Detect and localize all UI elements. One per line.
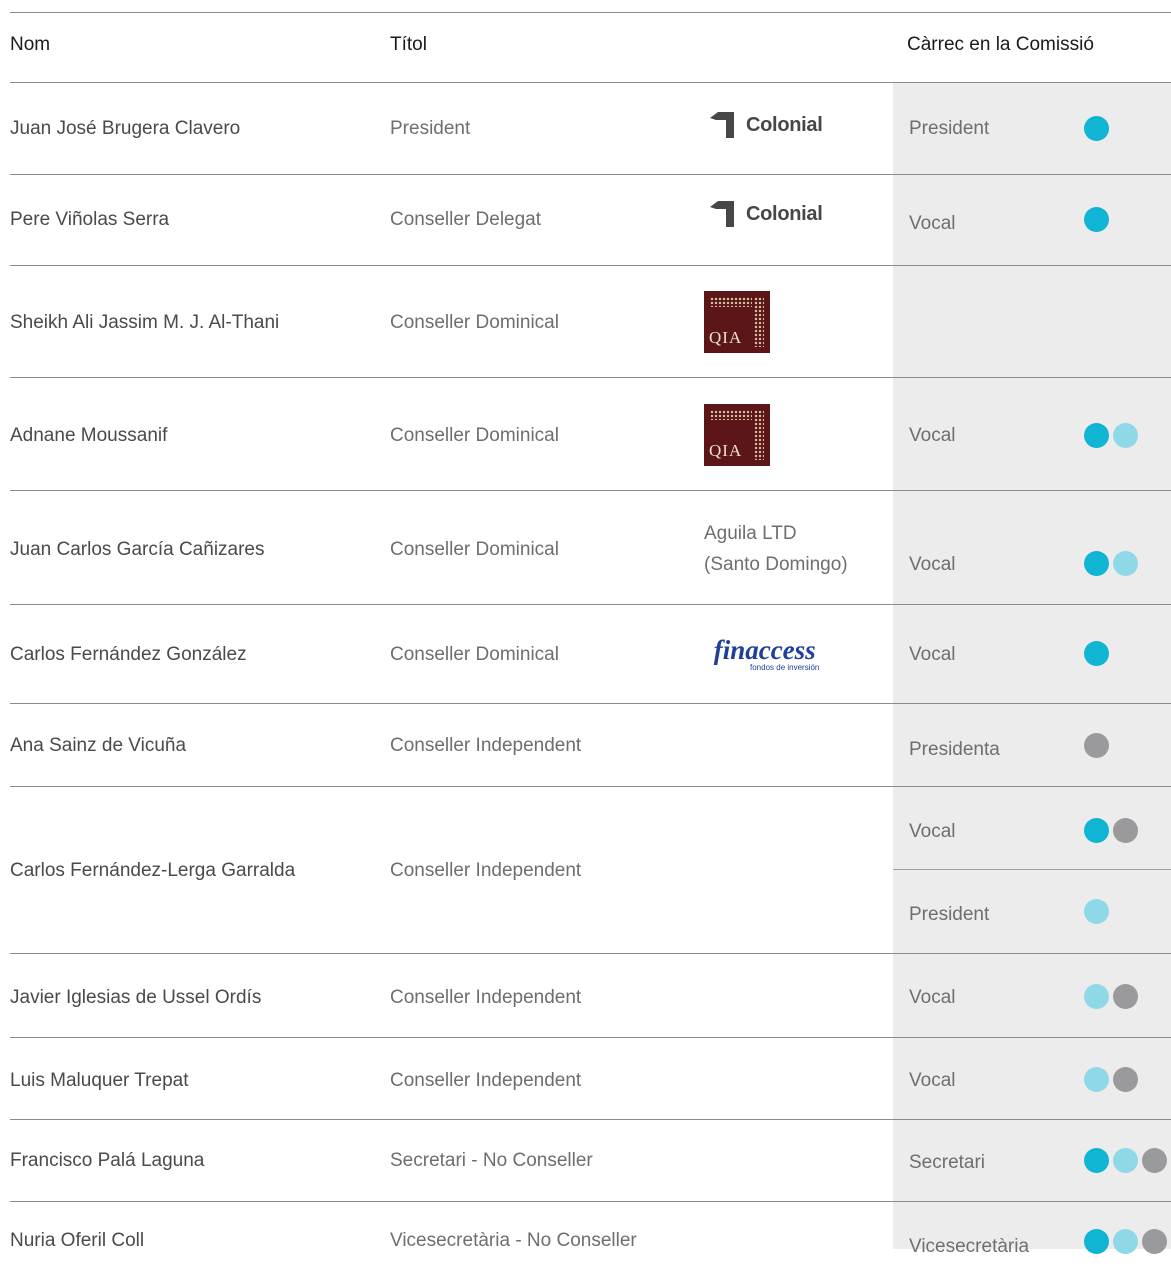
member-name: Nuria Oferil Coll [10, 1230, 145, 1251]
committee-dot-teal [1084, 1148, 1109, 1173]
role-label: Vocal [909, 821, 956, 842]
org-line-1: Aguila LTD [704, 523, 797, 544]
member-title: Vicesecretària - No Conseller [390, 1230, 637, 1251]
role-label: Presidenta [909, 739, 1000, 760]
qia-logo: QIA [704, 291, 770, 353]
role-label: Vocal [909, 987, 956, 1008]
committee-dot-grey [1113, 984, 1138, 1009]
member-name: Sheikh Ali Jassim M. J. Al-Thani [10, 312, 280, 333]
member-title: Secretari - No Conseller [390, 1150, 593, 1171]
role-label: Vocal [909, 644, 956, 665]
divider [10, 490, 1171, 491]
colonial-mark-icon [710, 112, 734, 138]
committee-dot-grey [1142, 1229, 1167, 1254]
member-name: Javier Iglesias de Ussel Ordís [10, 987, 262, 1008]
divider [10, 703, 1171, 704]
committee-dot-light-blue [1113, 551, 1138, 576]
committee-dot-light-blue [1113, 1148, 1138, 1173]
committee-dot-light-blue [1113, 423, 1138, 448]
member-title: Conseller Independent [390, 1070, 582, 1091]
committee-dot-light-blue [1084, 1067, 1109, 1092]
finaccess-logo: finaccess fondos de inversión [710, 635, 820, 673]
committee-dot-grey [1113, 1067, 1138, 1092]
committee-dot-teal [1084, 423, 1109, 448]
divider [893, 869, 1171, 870]
member-name: Francisco Palá Laguna [10, 1150, 205, 1171]
committee-dot-grey [1084, 733, 1109, 758]
qia-wordmark: QIA [709, 441, 743, 460]
role-label: President [909, 904, 990, 925]
divider [10, 265, 1171, 266]
role-label: Vocal [909, 554, 956, 575]
divider [10, 953, 1171, 954]
member-title: Conseller Delegat [390, 209, 542, 230]
member-name: Juan José Brugera Clavero [10, 118, 241, 139]
divider [10, 1119, 1171, 1120]
colonial-mark-icon [710, 201, 734, 227]
divider [10, 12, 1171, 13]
member-name: Adnane Moussanif [10, 425, 168, 446]
member-name: Pere Viñolas Serra [10, 209, 170, 230]
member-name: Carlos Fernández-Lerga Garralda [10, 860, 296, 881]
member-title: Conseller Dominical [390, 312, 559, 333]
committee-dot-light-blue [1113, 1229, 1138, 1254]
committee-dot-teal [1084, 207, 1109, 232]
committee-dot-teal [1084, 818, 1109, 843]
org-line-2: (Santo Domingo) [704, 554, 848, 575]
role-label: Secretari [909, 1152, 986, 1173]
header-title: Títol [390, 34, 427, 55]
committee-dot-teal [1084, 1229, 1109, 1254]
colonial-logo: Colonial [710, 201, 823, 227]
divider [10, 604, 1171, 605]
role-label: Vocal [909, 1070, 956, 1091]
role-label: Vicesecretària [909, 1236, 1030, 1257]
role-label: Vocal [909, 213, 956, 234]
member-title: Conseller Independent [390, 860, 582, 881]
finaccess-wordmark: finaccess [713, 635, 816, 665]
member-title: Conseller Independent [390, 735, 582, 756]
member-title: Conseller Independent [390, 987, 582, 1008]
member-name: Carlos Fernández González [10, 644, 247, 665]
colonial-wordmark: Colonial [746, 113, 823, 136]
divider [10, 786, 1171, 787]
member-title: Conseller Dominical [390, 644, 559, 665]
header-name: Nom [10, 34, 51, 55]
colonial-logo: Colonial [710, 112, 823, 138]
member-title: Conseller Dominical [390, 539, 559, 560]
committee-dot-light-blue [1084, 899, 1109, 924]
divider [10, 1037, 1171, 1038]
committee-dot-teal [1084, 551, 1109, 576]
member-name: Luis Maluquer Trepat [10, 1070, 189, 1091]
colonial-wordmark: Colonial [746, 202, 823, 225]
committee-dot-grey [1142, 1148, 1167, 1173]
member-name: Ana Sainz de Vicuña [10, 735, 187, 756]
divider [10, 82, 1171, 83]
qia-logo: QIA [704, 404, 770, 466]
committee-dot-teal [1084, 116, 1109, 141]
member-name: Juan Carlos García Cañizares [10, 539, 265, 560]
role-label: Vocal [909, 425, 956, 446]
member-title: Conseller Dominical [390, 425, 559, 446]
committee-dot-teal [1084, 641, 1109, 666]
committee-dot-grey [1113, 818, 1138, 843]
committee-dot-light-blue [1084, 984, 1109, 1009]
member-title: President [390, 118, 471, 139]
board-table: Nom Títol Càrrec en la Comissió Juan Jos… [0, 0, 1171, 1275]
divider [10, 377, 1171, 378]
role-label: President [909, 118, 990, 139]
qia-wordmark: QIA [709, 328, 743, 347]
divider [10, 1201, 1171, 1202]
header-role: Càrrec en la Comissió [907, 34, 1094, 55]
divider [10, 174, 1171, 175]
